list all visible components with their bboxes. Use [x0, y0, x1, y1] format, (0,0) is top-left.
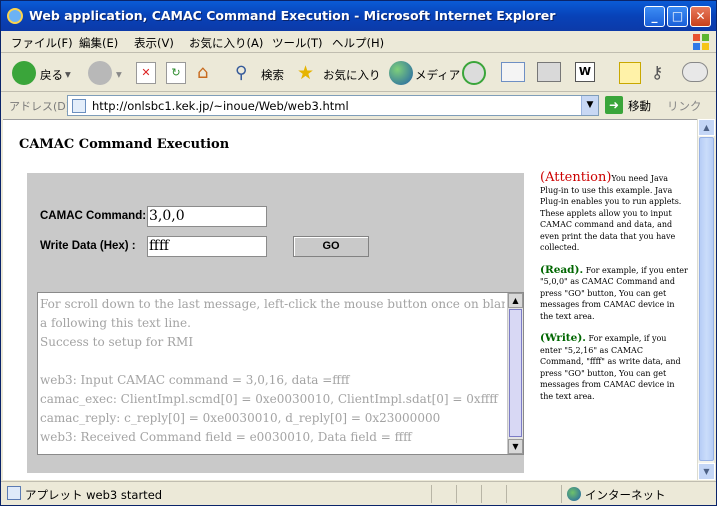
address-label: アドレス(D) [9, 100, 71, 113]
status-bar: アプレット web3 started インターネット [1, 481, 716, 505]
messenger-icon[interactable] [682, 62, 708, 82]
address-dropdown-icon[interactable]: ▼ [581, 96, 598, 115]
window-title: Web application, CAMAC Command Execution… [29, 8, 556, 23]
home-icon[interactable]: ⌂ [197, 62, 221, 84]
refresh-icon[interactable]: ↻ [166, 62, 186, 84]
go-button-label[interactable]: 移動 [628, 98, 651, 114]
favorites-star-icon[interactable]: ★ [297, 62, 321, 84]
output-lines: For scroll down to the last message, lef… [40, 295, 505, 447]
media-icon[interactable] [389, 61, 413, 85]
scroll-down-arrow-icon[interactable]: ▼ [508, 439, 523, 454]
forward-arrow-icon[interactable] [88, 61, 112, 85]
output-line: camac_exec: ClientImpl.scmd[0] = 0xe0030… [40, 392, 498, 406]
page-scroll-thumb[interactable] [699, 137, 714, 461]
status-divider [561, 485, 562, 503]
menu-edit[interactable]: 編集(E) [79, 35, 118, 51]
favorites-button-label[interactable]: お気に入り [323, 67, 381, 83]
maximize-button[interactable]: □ [667, 6, 688, 27]
status-divider [431, 485, 432, 503]
textarea-scrollbar[interactable]: ▲ ▼ [507, 293, 523, 454]
menu-tools[interactable]: ツール(T) [272, 35, 323, 51]
page-scroll-up-icon[interactable]: ▲ [698, 119, 715, 136]
page-scroll-down-icon[interactable]: ▼ [698, 463, 715, 480]
attention-note: (Attention)You need Java Plug-in to use … [540, 170, 688, 254]
close-button[interactable]: ✕ [690, 6, 711, 27]
zone-text: インターネット [585, 488, 666, 502]
status-divider [481, 485, 482, 503]
menu-favorites[interactable]: お気に入り(A) [189, 35, 263, 51]
applet-status-icon [7, 486, 21, 500]
research-icon[interactable]: ⚷ [651, 62, 673, 84]
media-button-label[interactable]: メディア [415, 67, 460, 83]
page-icon [72, 99, 86, 113]
output-line: For scroll down to the last message, lef… [40, 297, 505, 311]
windows-logo-icon [693, 34, 709, 50]
ie-logo-icon [7, 8, 23, 24]
edit-icon[interactable]: W [575, 62, 595, 82]
output-line: a following this text line. [40, 316, 191, 330]
write-note: (Write). For example, if you enter "5,2,… [540, 332, 688, 402]
camac-command-input[interactable]: 3,0,0 [147, 206, 267, 227]
back-dropdown-icon[interactable]: ▾ [65, 67, 71, 81]
write-data-label: Write Data (Hex) : [40, 240, 136, 252]
mail-icon[interactable] [501, 62, 525, 82]
address-bar: アドレス(D) http://onlsbc1.kek.jp/~inoue/Web… [1, 93, 716, 118]
history-icon[interactable] [462, 61, 486, 85]
links-button[interactable]: リンク [667, 98, 702, 114]
read-note: (Read). For example, if you enter "5,0,0… [540, 263, 688, 323]
internet-zone-icon [567, 487, 581, 501]
menu-help[interactable]: ヘルプ(H) [332, 35, 384, 51]
read-heading: (Read). [540, 263, 584, 276]
address-input[interactable]: http://onlsbc1.kek.jp/~inoue/Web/web3.ht… [67, 95, 599, 116]
output-line: camac_reply: c_reply[0] = 0xe0030010, d_… [40, 411, 441, 425]
status-divider [456, 485, 457, 503]
menu-view[interactable]: 表示(V) [134, 35, 174, 51]
menu-file[interactable]: ファイル(F) [11, 35, 73, 51]
search-button-label[interactable]: 検索 [261, 67, 284, 83]
back-arrow-icon[interactable] [12, 61, 36, 85]
go-button[interactable]: GO [293, 236, 369, 257]
attention-text: You need Java Plug-in to use this exampl… [540, 174, 682, 252]
address-url[interactable]: http://onlsbc1.kek.jp/~inoue/Web/web3.ht… [92, 99, 349, 113]
output-line: web3: Received Command field = e0030010,… [40, 430, 412, 444]
status-text: アプレット web3 started [25, 488, 163, 502]
output-line: Success to setup for RMI [40, 335, 194, 349]
write-data-input[interactable]: ffff [147, 236, 267, 257]
title-bar[interactable]: Web application, CAMAC Command Execution… [1, 1, 716, 31]
page-viewport: CAMAC Command Execution CAMAC Command: 3… [3, 119, 697, 480]
page-scrollbar[interactable]: ▲ ▼ [697, 119, 715, 480]
status-divider [506, 485, 507, 503]
toolbar: 戻る ▾ ▾ ✕ ↻ ⌂ ⚲ 検索 ★ お気に入り メディア W ⚷ [1, 54, 716, 92]
instructions-sidebar: (Attention)You need Java Plug-in to use … [540, 170, 688, 413]
camac-command-label: CAMAC Command: [40, 210, 147, 222]
output-textarea[interactable]: For scroll down to the last message, lef… [37, 292, 524, 455]
back-button-label[interactable]: 戻る [40, 67, 63, 83]
search-icon[interactable]: ⚲ [235, 62, 259, 84]
stop-icon[interactable]: ✕ [136, 62, 156, 84]
forward-dropdown-icon[interactable]: ▾ [116, 67, 122, 81]
minimize-button[interactable]: _ [644, 6, 665, 27]
scroll-up-arrow-icon[interactable]: ▲ [508, 293, 523, 308]
write-heading: (Write). [540, 332, 586, 344]
attention-heading: (Attention) [540, 170, 612, 185]
output-line: web3: Input CAMAC command = 3,0,16, data… [40, 373, 350, 387]
print-icon[interactable] [537, 62, 561, 82]
menu-bar: ファイル(F) 編集(E) 表示(V) お気に入り(A) ツール(T) ヘルプ(… [1, 31, 716, 53]
discuss-icon[interactable] [619, 62, 641, 84]
textarea-scroll-thumb[interactable] [509, 309, 522, 437]
browser-window: Web application, CAMAC Command Execution… [0, 0, 717, 506]
page-title: CAMAC Command Execution [19, 137, 230, 152]
camac-applet: CAMAC Command: 3,0,0 Write Data (Hex) : … [27, 173, 524, 473]
go-arrow-icon[interactable]: ➜ [605, 96, 623, 114]
